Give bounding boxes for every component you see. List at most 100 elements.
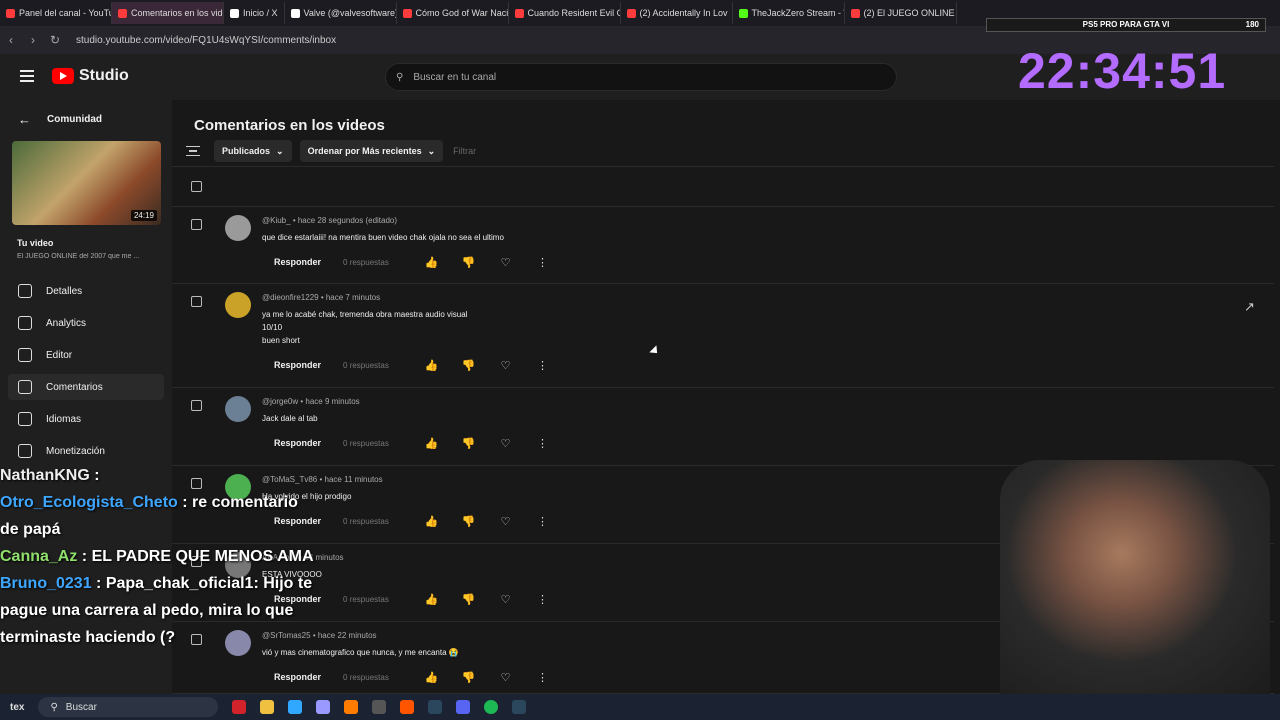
opera-icon[interactable]: [232, 700, 247, 714]
reply-button[interactable]: Responder: [262, 252, 333, 272]
reload-icon[interactable]: ↻: [44, 33, 66, 47]
like-icon[interactable]: 👍: [413, 515, 450, 528]
sidebar-item-editor[interactable]: Editor: [8, 342, 164, 368]
heart-icon[interactable]: ♡: [487, 359, 524, 372]
dislike-icon[interactable]: 👎: [450, 515, 487, 528]
premiere-icon[interactable]: [316, 700, 331, 714]
sort-chip[interactable]: Ordenar por Más recientes ⌄: [299, 140, 444, 162]
menu-icon[interactable]: [20, 70, 34, 82]
back-arrow-icon[interactable]: ‹: [0, 33, 22, 47]
replies-count[interactable]: 0 respuestas: [343, 673, 413, 682]
reply-button[interactable]: Responder: [262, 667, 333, 687]
streamer-webcam: [1000, 460, 1270, 694]
avatar[interactable]: [225, 292, 251, 318]
search-placeholder: Buscar en tu canal: [413, 71, 497, 83]
avatar[interactable]: [225, 396, 251, 422]
browser-tab[interactable]: (2) El JUEGO ONLINE del: [845, 2, 957, 24]
comment-row: @jorge0w • hace 9 minutos Jack dale al ta…: [172, 388, 1274, 466]
discord-icon[interactable]: [456, 700, 471, 714]
sidebar-item-detalles[interactable]: Detalles: [8, 278, 164, 304]
published-filter-chip[interactable]: Publicados ⌄: [214, 140, 292, 162]
more-options-icon[interactable]: ⋮: [524, 256, 561, 269]
sidebar-item-label: Analytics: [46, 317, 87, 329]
heart-icon[interactable]: ♡: [487, 593, 524, 606]
comment-time: hace 11 minutos: [324, 475, 383, 484]
like-icon[interactable]: 👍: [413, 593, 450, 606]
more-options-icon[interactable]: ⋮: [524, 593, 561, 606]
sort-chip-label: Ordenar por Más recientes: [307, 146, 422, 156]
browser-tab[interactable]: Inicio / X: [224, 2, 285, 24]
like-icon[interactable]: 👍: [413, 437, 450, 450]
comment-actions: Responder 0 respuestas 👍 👎 ♡ ⋮: [262, 355, 561, 375]
chat-message: Bruno_0231 : Papa_chak_oficial1: Hijo te…: [0, 575, 313, 646]
start-icon[interactable]: tex: [10, 702, 24, 713]
comment-checkbox[interactable]: [191, 400, 202, 411]
search-input[interactable]: ⚲ Buscar en tu canal: [385, 63, 897, 91]
more-options-icon[interactable]: ⋮: [524, 515, 561, 528]
browser-tab[interactable]: Panel del canal - YouTube: [0, 2, 112, 24]
more-options-icon[interactable]: ⋮: [524, 671, 561, 684]
like-icon[interactable]: 👍: [413, 256, 450, 269]
video-thumbnail[interactable]: 24:19: [12, 141, 161, 225]
browser-tab[interactable]: Valve (@valvesoftware) / X: [285, 2, 397, 24]
taskbar-search[interactable]: ⚲ Buscar: [38, 697, 219, 717]
filter-icon[interactable]: [186, 146, 200, 156]
dislike-icon[interactable]: 👎: [450, 359, 487, 372]
tab-label: Valve (@valvesoftware) / X: [303, 8, 397, 18]
studio-logo[interactable]: Studio: [52, 67, 129, 85]
tab-favicon-icon: [230, 8, 239, 18]
app-icon[interactable]: [400, 700, 415, 714]
browser-tab[interactable]: Cómo God of War Nació: [397, 2, 509, 24]
heart-icon[interactable]: ♡: [487, 515, 524, 528]
comment-author[interactable]: @Kiub_: [262, 216, 291, 225]
select-all-checkbox[interactable]: [191, 181, 202, 192]
reply-button[interactable]: Responder: [262, 355, 333, 375]
steam-icon-2[interactable]: [512, 700, 527, 714]
browser-tab[interactable]: Cuando Resident Evil Cas: [509, 2, 621, 24]
avatar[interactable]: [225, 215, 251, 241]
sidebar-item-monetización[interactable]: Monetización: [8, 438, 164, 464]
like-icon[interactable]: 👍: [413, 359, 450, 372]
open-external-icon[interactable]: ↗: [1244, 299, 1255, 315]
comment-checkbox[interactable]: [191, 296, 202, 307]
steam-icon[interactable]: [428, 700, 443, 714]
dislike-icon[interactable]: 👎: [450, 437, 487, 450]
browser-tab[interactable]: Comentarios en los videos: [112, 2, 224, 24]
sidebar-item-comentarios[interactable]: Comentarios: [8, 374, 164, 400]
like-icon[interactable]: 👍: [413, 671, 450, 684]
replies-count[interactable]: 0 respuestas: [343, 361, 413, 370]
back-to-community[interactable]: ← Comunidad: [18, 112, 102, 127]
heart-icon[interactable]: ♡: [487, 671, 524, 684]
more-options-icon[interactable]: ⋮: [524, 437, 561, 450]
folder-icon[interactable]: [260, 700, 275, 714]
tab-label: Comentarios en los videos: [131, 8, 223, 18]
dislike-icon[interactable]: 👎: [450, 593, 487, 606]
heart-icon[interactable]: ♡: [487, 256, 524, 269]
comment-author[interactable]: @jorge0w: [262, 397, 298, 406]
photoshop-icon[interactable]: [288, 700, 303, 714]
heart-icon[interactable]: ♡: [487, 437, 524, 450]
replies-count[interactable]: 0 respuestas: [343, 439, 413, 448]
replies-count[interactable]: 0 respuestas: [343, 258, 413, 267]
select-all-row: [172, 166, 1274, 207]
browser-tab[interactable]: (2) Accidentally In Lov: [621, 2, 733, 24]
forward-arrow-icon[interactable]: ›: [22, 33, 44, 47]
more-options-icon[interactable]: ⋮: [524, 359, 561, 372]
reply-button[interactable]: Responder: [262, 433, 333, 453]
obs-icon[interactable]: [372, 700, 387, 714]
sidebar-item-idiomas[interactable]: Idiomas: [8, 406, 164, 432]
replies-count[interactable]: 0 respuestas: [343, 517, 413, 526]
dislike-icon[interactable]: 👎: [450, 671, 487, 684]
illustrator-icon[interactable]: [344, 700, 359, 714]
comment-checkbox[interactable]: [191, 219, 202, 230]
filter-input[interactable]: Filtrar: [453, 146, 476, 156]
sidebar-item-analytics[interactable]: Analytics: [8, 310, 164, 336]
url-field[interactable]: studio.youtube.com/video/FQ1U4sWqYSI/com…: [76, 35, 336, 46]
dislike-icon[interactable]: 👎: [450, 256, 487, 269]
chat-username: Canna_Az: [0, 548, 78, 565]
chat-username: Otro_Ecologista_Cheto: [0, 494, 178, 511]
browser-tab[interactable]: TheJackZero Stream - Wa: [733, 2, 845, 24]
spotify-icon[interactable]: [484, 700, 499, 714]
replies-count[interactable]: 0 respuestas: [343, 595, 413, 604]
comment-author[interactable]: @dieonfire1229: [262, 293, 319, 302]
